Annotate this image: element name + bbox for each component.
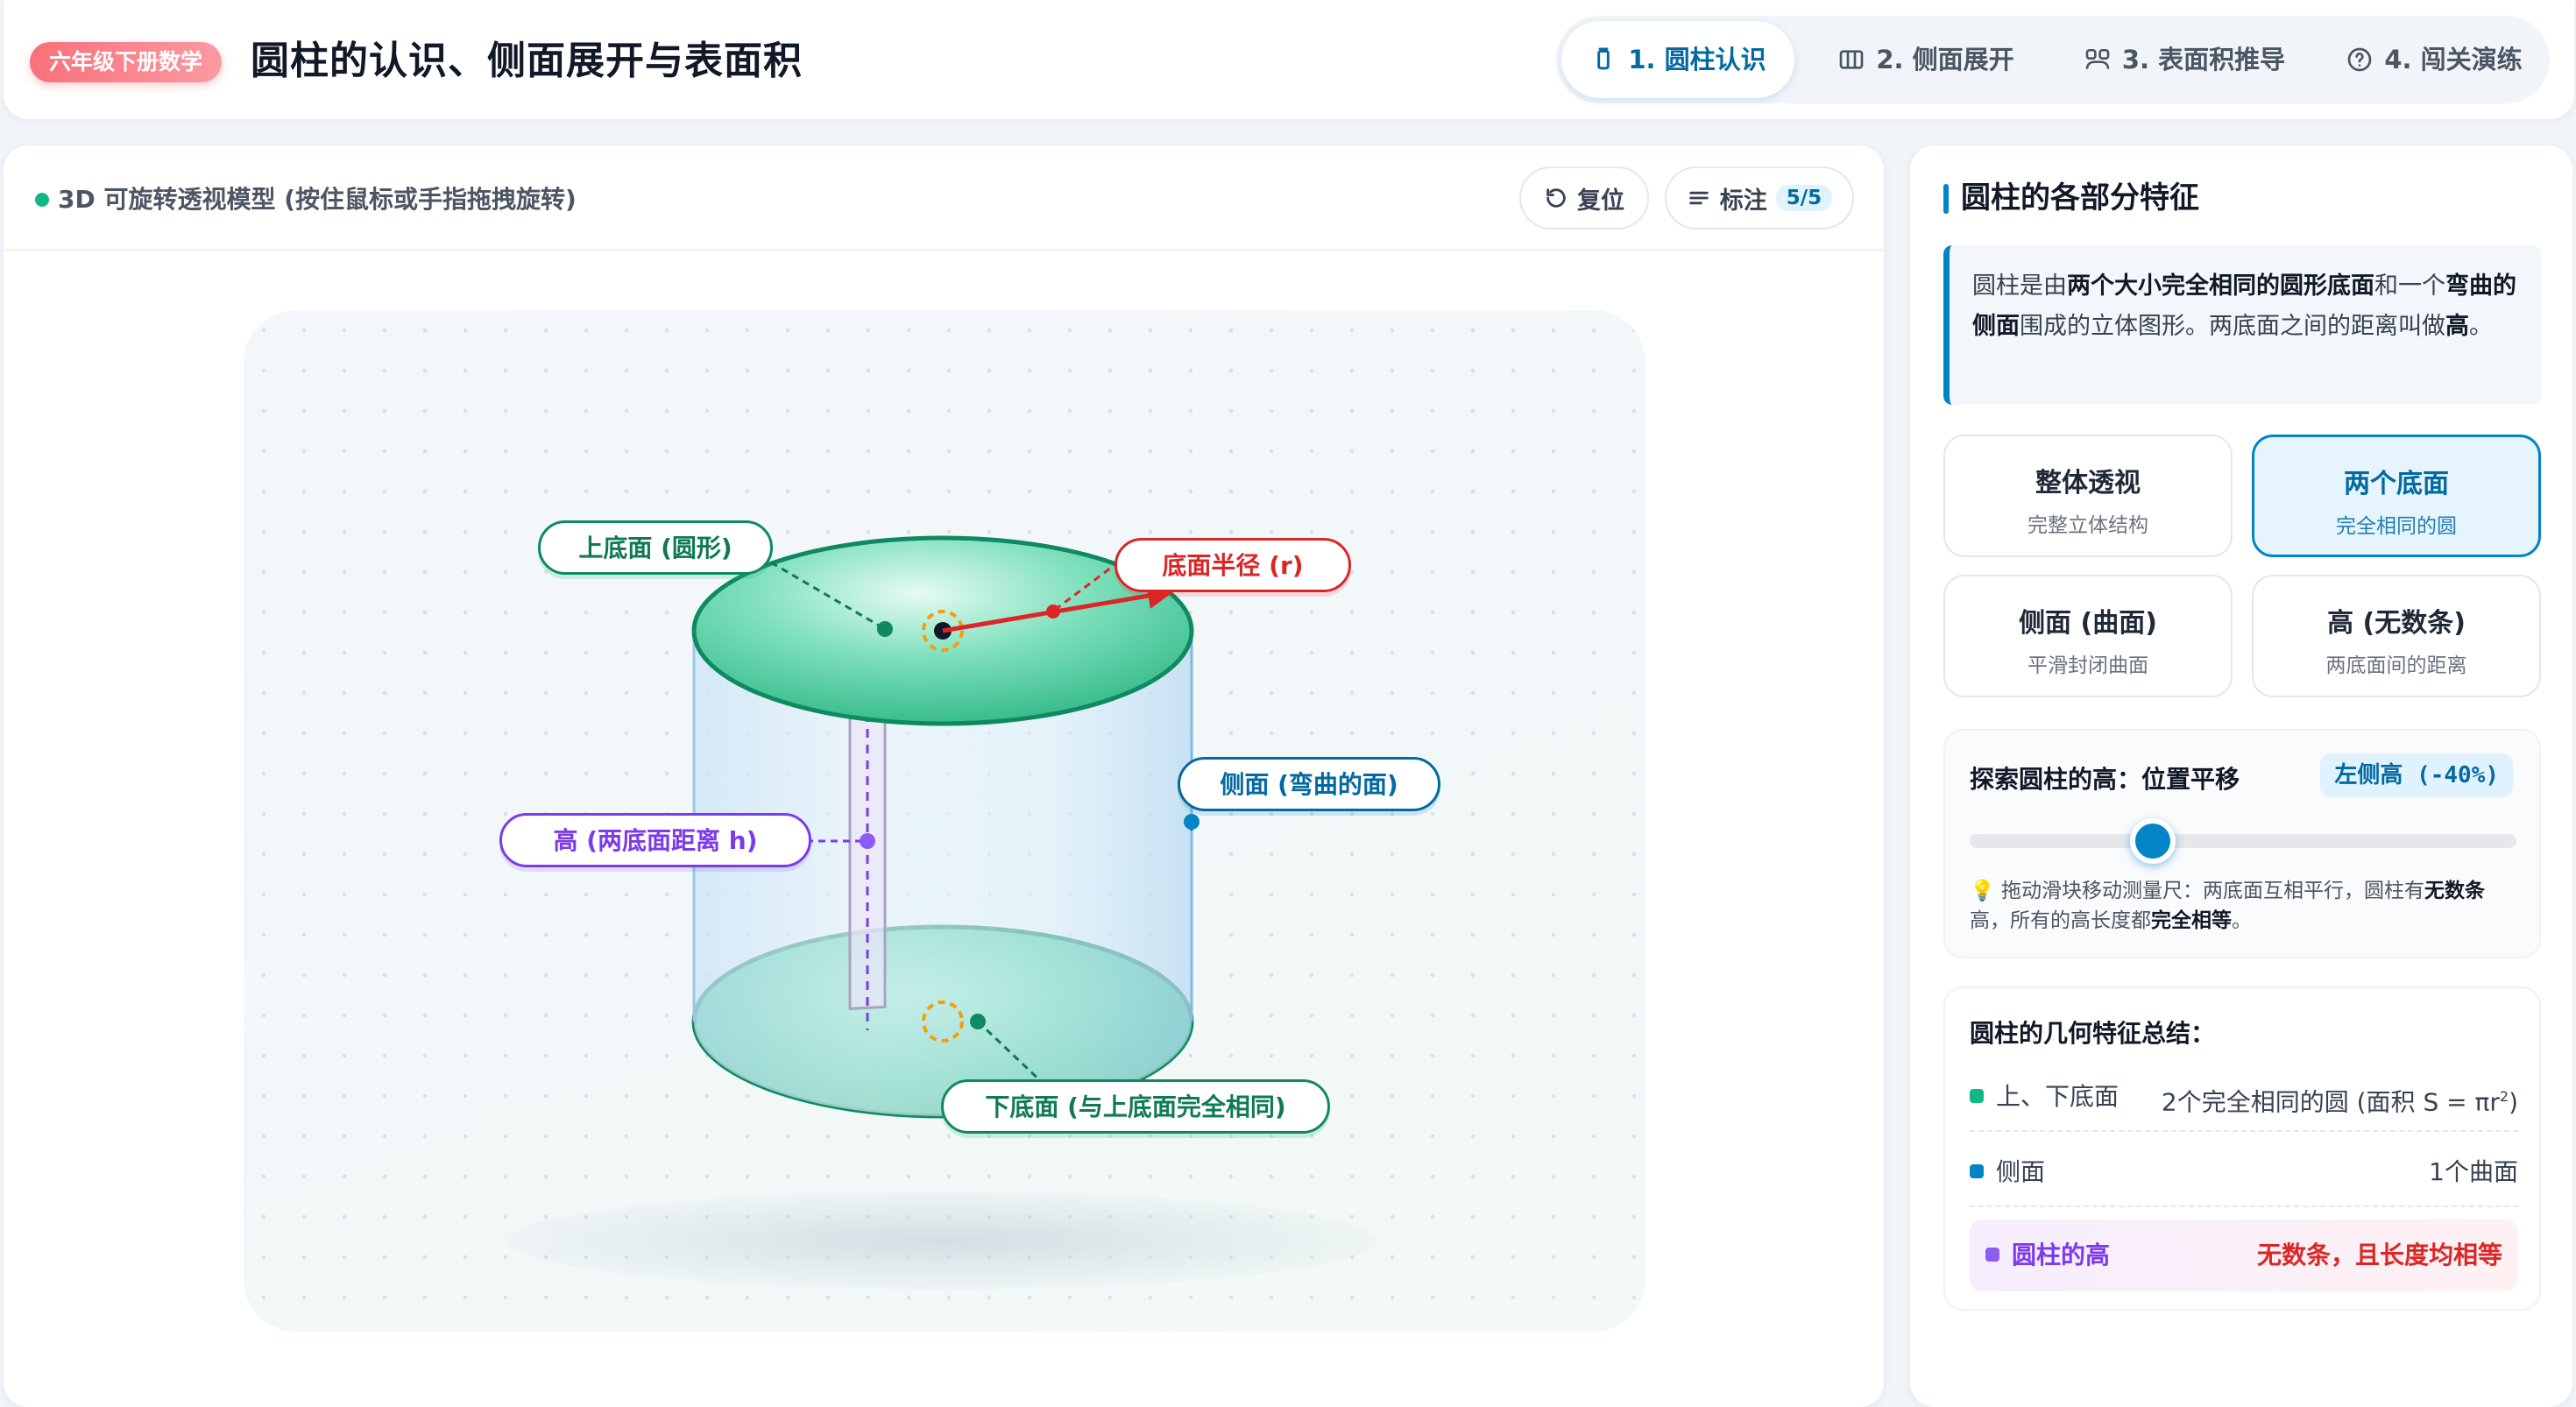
summary-row-height: 圆柱的高 无数条，且长度均相等 — [1970, 1220, 2518, 1291]
hint-part: 拖动滑块移动测量尺：两底面互相平行，圆柱有 — [2000, 880, 2424, 902]
summary-name: 圆柱的高 — [2012, 1241, 2111, 1269]
tab-label: 1. 圆柱认识 — [1628, 45, 1766, 74]
tag-height[interactable]: 高 (两底面距离 h) — [499, 813, 811, 867]
bulb-icon: 💡 — [1970, 880, 1995, 902]
summary-divider — [1970, 1205, 2518, 1207]
summary-value: 2个完全相同的圆 (面积 S = πr2) — [2162, 1071, 2518, 1128]
summary-name: 上、下底面 — [1996, 1082, 2120, 1111]
purple-dot — [1985, 1248, 1999, 1262]
summary-name: 侧面 — [1996, 1157, 2046, 1186]
option-title: 高 (无数条) — [2327, 608, 2466, 639]
slider-thumb[interactable] — [2130, 818, 2176, 864]
feature-panel: 圆柱的各部分特征 圆柱是由两个大小完全相同的圆形底面和一个弯曲的侧面围成的立体图… — [1910, 145, 2572, 1407]
intro-bold: 高 — [2445, 313, 2469, 340]
summary-row-bases: 上、下底面 2个完全相同的圆 (面积 S = πr2) — [1970, 1071, 2518, 1123]
app-header: 六年级下册数学 圆柱的认识、侧面展开与表面积 1. 圆柱认识 2. 侧面展开 3… — [4, 0, 2574, 119]
height-explore-box: 探索圆柱的高：位置平移 左侧高 (-40%) 💡 拖动滑块移动测量尺：两底面互相… — [1943, 729, 2541, 958]
intro-text: 圆柱是由两个大小完全相同的圆形底面和一个弯曲的侧面围成的立体图形。两底面之间的距… — [1943, 245, 2541, 405]
columns-icon — [1840, 50, 1864, 69]
hint-part: 。 — [2232, 909, 2252, 932]
option-side-surface[interactable]: 侧面 (曲面) 平滑封闭曲面 — [1943, 575, 2233, 697]
option-subtitle: 完全相同的圆 — [2336, 515, 2457, 538]
blue-dot — [1970, 1164, 1984, 1178]
summary-value: 无数条，且长度均相等 — [2256, 1241, 2502, 1269]
option-two-bases[interactable]: 两个底面 完全相同的圆 — [2252, 435, 2541, 557]
summary-value: 1个曲面 — [2429, 1157, 2518, 1186]
summary-title: 圆柱的几何特征总结： — [1970, 1019, 2216, 1048]
option-subtitle: 两底面间的距离 — [2325, 654, 2467, 677]
summary-row-side: 侧面 1个曲面 — [1970, 1146, 2518, 1198]
tag-radius[interactable]: 底面半径 (r) — [1115, 538, 1351, 592]
explore-hint: 💡 拖动滑块移动测量尺：两底面互相平行，圆柱有无数条高，所有的高长度都完全相等。 — [1970, 876, 2522, 936]
intro-part: 圆柱是由 — [1972, 272, 2067, 300]
option-overall-view[interactable]: 整体透视 完整立体结构 — [1943, 435, 2233, 557]
grade-badge: 六年级下册数学 — [30, 42, 223, 82]
tab-bar: 1. 圆柱认识 2. 侧面展开 3. 表面积推导 4. 闯关演练 — [1556, 16, 2550, 103]
height-position-slider[interactable] — [1970, 818, 2516, 864]
summary-value-text: 2个完全相同的圆 (面积 S = πr — [2161, 1087, 2500, 1117]
panel-title: 圆柱的各部分特征 — [1943, 177, 2199, 219]
summary-divider — [1970, 1130, 2518, 1132]
floor-shadow — [508, 1191, 1377, 1290]
tab-cylinder-intro[interactable]: 1. 圆柱认识 — [1561, 21, 1794, 98]
intro-part: 和一个 — [2374, 272, 2445, 300]
option-title: 整体透视 — [2035, 468, 2141, 498]
hint-bold: 无数条 — [2424, 880, 2485, 902]
explore-label: 探索圆柱的高：位置平移 — [1970, 765, 2240, 794]
option-subtitle: 平滑封闭曲面 — [2028, 654, 2148, 677]
tab-label: 3. 表面积推导 — [2121, 45, 2286, 74]
hint-bold: 完全相等 — [2151, 909, 2232, 932]
intro-part: 围成的立体图形。两底面之间的距离叫做 — [2020, 313, 2445, 340]
option-title: 两个底面 — [2344, 469, 2449, 499]
page-title: 圆柱的认识、侧面展开与表面积 — [251, 39, 803, 83]
help-circle-icon — [2348, 47, 2372, 72]
cylinder-icon — [1597, 47, 1610, 70]
tag-top-base[interactable]: 上底面 (圆形) — [538, 520, 773, 575]
model-card: 3D 可旋转透视模型 (按住鼠标或手指拖拽旋转) 复位 标注 5/5 上底面 (… — [4, 145, 1884, 1407]
cylinder-model[interactable] — [4, 145, 1884, 1407]
tag-side-surface[interactable]: 侧面 (弯曲的面) — [1178, 757, 1440, 811]
tab-side-unfold[interactable]: 2. 侧面展开 — [1807, 21, 2045, 98]
green-dot — [1970, 1089, 1984, 1103]
option-subtitle: 完整立体结构 — [2028, 514, 2148, 537]
tab-label: 2. 侧面展开 — [1876, 45, 2014, 74]
summary-value-end: ) — [2509, 1087, 2518, 1117]
tab-surface-area[interactable]: 3. 表面积推导 — [2057, 21, 2311, 98]
summary-value-sup: 2 — [2499, 1088, 2509, 1105]
tag-bottom-base[interactable]: 下底面 (与上底面完全相同) — [941, 1079, 1330, 1134]
intro-part: 。 — [2469, 313, 2493, 340]
grid-icon — [2085, 49, 2110, 69]
tab-practice[interactable]: 4. 闯关演练 — [2324, 21, 2544, 98]
summary-box: 圆柱的几何特征总结： 上、下底面 2个完全相同的圆 (面积 S = πr2) 侧… — [1943, 986, 2541, 1311]
explore-value-badge: 左侧高 (-40%) — [2320, 753, 2513, 797]
option-title: 侧面 (曲面) — [2019, 608, 2157, 639]
hint-part: 高，所有的高长度都 — [1970, 909, 2151, 932]
intro-bold: 两个大小完全相同的圆形底面 — [2067, 272, 2374, 300]
tab-label: 4. 闯关演练 — [2384, 45, 2523, 74]
option-height[interactable]: 高 (无数条) 两底面间的距离 — [2252, 575, 2541, 697]
